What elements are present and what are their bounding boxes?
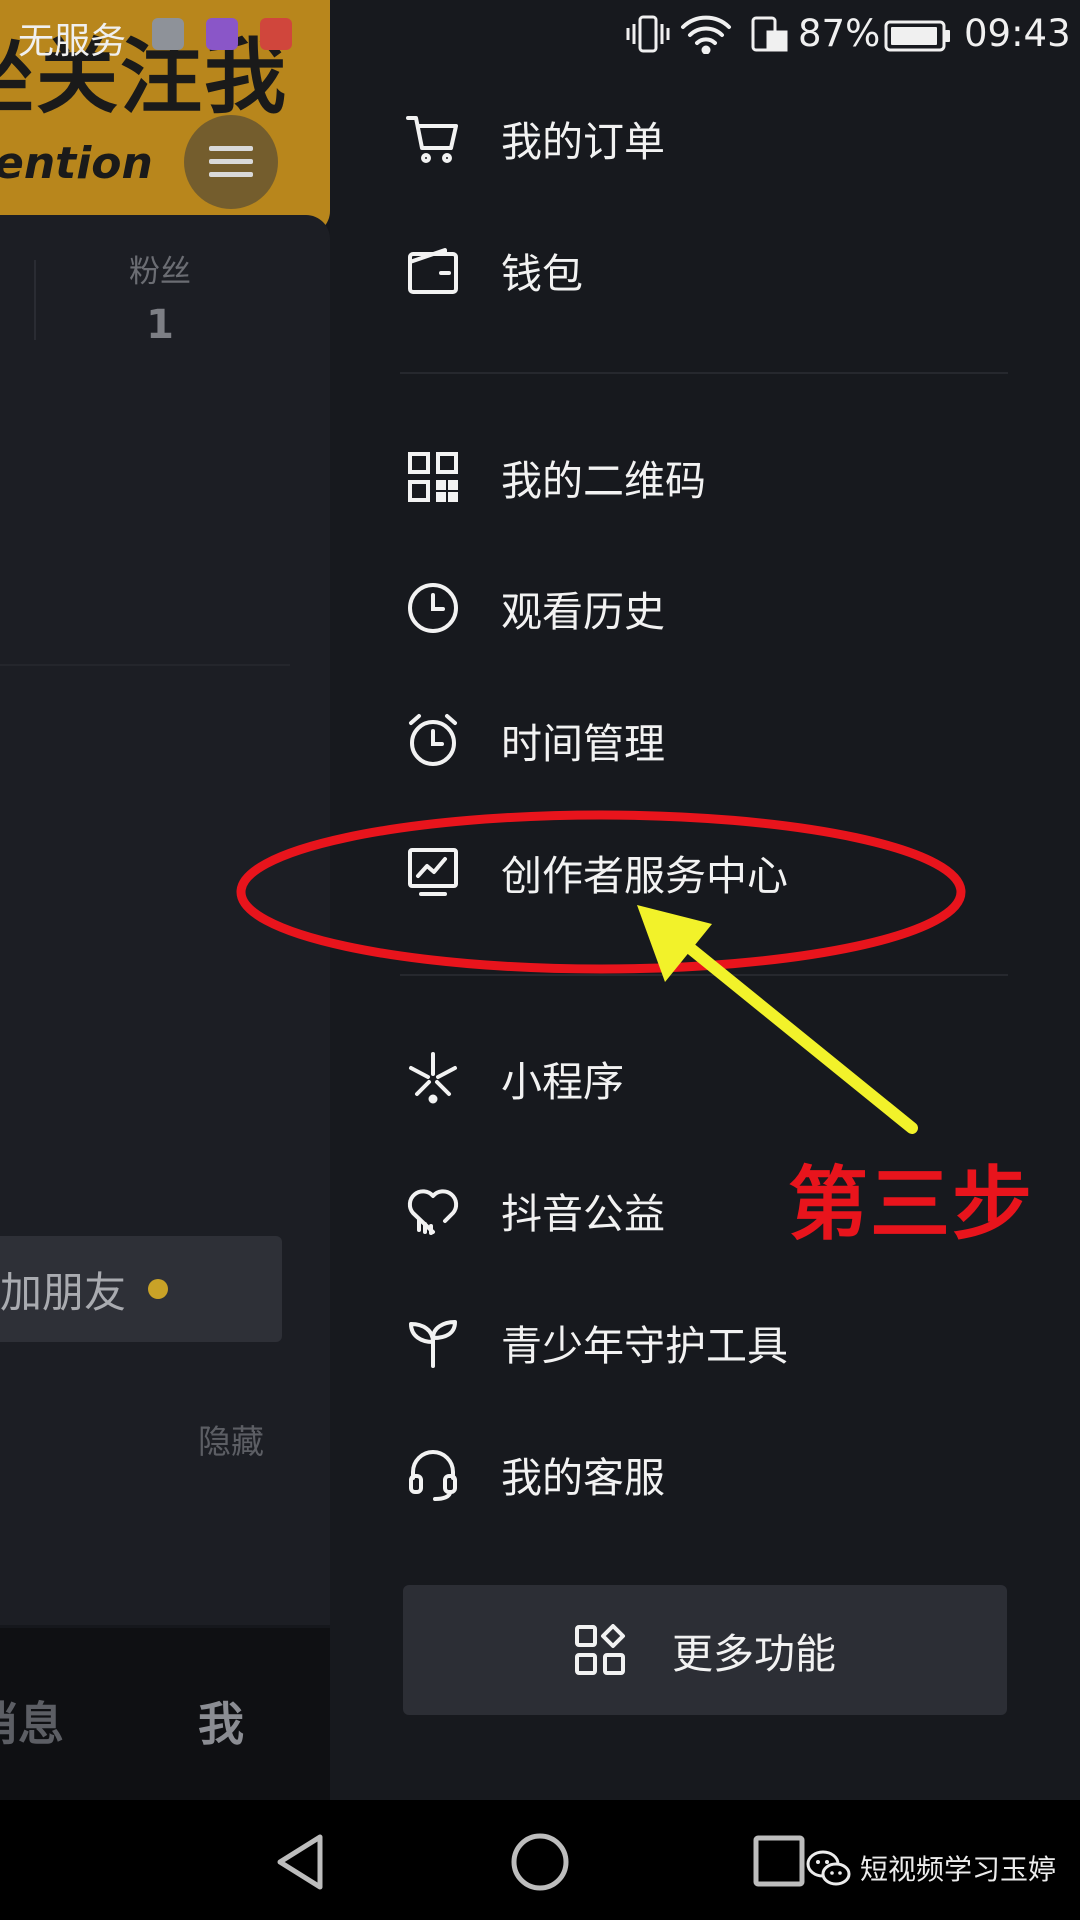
carrier-text: 无服务 (18, 21, 127, 62)
gallery-notification-icon (152, 18, 184, 50)
banner-text-line2: ention (0, 138, 153, 189)
watermark-text: 短视频学习玉婷 (860, 1853, 1057, 1886)
heart-hands-icon (405, 1182, 461, 1238)
profile-separator (0, 664, 290, 666)
menu-label: 青少年守护工具 (501, 1322, 788, 1370)
alarm-clock-icon (405, 712, 461, 768)
tab-me[interactable]: 我 (198, 1688, 244, 1754)
menu-item-qr-code[interactable]: 我的二维码 (405, 437, 706, 517)
sim-icon (751, 16, 788, 52)
menu-label: 时间管理 (501, 720, 665, 768)
more-features-button[interactable]: 更多功能 (403, 1585, 1007, 1715)
menu-label: 观看历史 (501, 588, 665, 636)
wifi-icon (681, 15, 731, 54)
clock-icon (405, 580, 461, 636)
mini-program-icon (405, 1050, 461, 1106)
back-icon[interactable] (272, 1832, 328, 1892)
menu-label: 钱包 (501, 250, 583, 298)
menu-item-charity[interactable]: 抖音公益 (405, 1170, 665, 1250)
menu-divider (400, 974, 1008, 976)
stats-divider (34, 260, 36, 340)
menu-item-wallet[interactable]: 钱包 (405, 230, 583, 310)
menu-item-time-management[interactable]: 时间管理 (405, 700, 665, 780)
sprout-icon (405, 1314, 461, 1370)
menu-label: 我的二维码 (501, 457, 706, 505)
step-annotation: 第三步 (788, 1158, 1034, 1251)
menu-label: 抖音公益 (501, 1190, 665, 1238)
add-friend-label: 加朋友 (0, 1267, 127, 1317)
vibrate-icon (626, 15, 670, 53)
more-features-label: 更多功能 (672, 1630, 836, 1678)
add-friend-button[interactable]: 加朋友 (0, 1236, 282, 1342)
grid-icon (575, 1624, 625, 1675)
menu-label: 小程序 (501, 1058, 624, 1106)
tab-messages[interactable]: 消息 (0, 1688, 64, 1754)
cloud-notification-icon (260, 18, 292, 50)
fans-label: 粉丝 (129, 254, 191, 290)
watermark: 短视频学习玉婷 (806, 1848, 1056, 1888)
chart-monitor-icon (405, 844, 461, 900)
profile-page-background: 坐关注我 ention 粉丝 1 加朋友 隐藏 消息 我 (0, 0, 330, 1800)
clock-time: 09:43 (964, 12, 1071, 55)
menu-item-creator-center[interactable]: 创作者服务中心 (405, 832, 788, 912)
menu-item-mini-programs[interactable]: 小程序 (405, 1038, 624, 1118)
battery-icon (884, 20, 950, 52)
recents-icon[interactable] (752, 1834, 808, 1890)
menu-label: 创作者服务中心 (501, 852, 788, 900)
qr-code-icon (405, 449, 461, 505)
profile-card (0, 215, 330, 1625)
fans-count[interactable]: 1 (100, 302, 220, 348)
home-icon[interactable] (510, 1832, 570, 1892)
wallet-icon (405, 242, 461, 298)
hamburger-icon (209, 146, 253, 177)
headset-icon (405, 1446, 461, 1502)
menu-label: 我的订单 (501, 118, 665, 166)
menu-item-customer-service[interactable]: 我的客服 (405, 1434, 665, 1514)
menu-divider (400, 372, 1008, 374)
hamburger-menu-button[interactable] (184, 115, 278, 209)
battery-percent: 87% (798, 12, 881, 55)
menu-label: 我的客服 (501, 1454, 665, 1502)
wechat-icon (806, 1850, 851, 1886)
menu-item-orders[interactable]: 我的订单 (405, 98, 665, 178)
menu-item-youth-protection[interactable]: 青少年守护工具 (405, 1302, 788, 1382)
hide-link[interactable]: 隐藏 (198, 1415, 264, 1463)
menu-item-watch-history[interactable]: 观看历史 (405, 568, 665, 648)
keyboard-notification-icon (206, 18, 238, 50)
notification-dot (148, 1279, 169, 1299)
status-bar: 无服务 87% 09:43 (0, 0, 1080, 72)
cart-icon (405, 110, 461, 166)
